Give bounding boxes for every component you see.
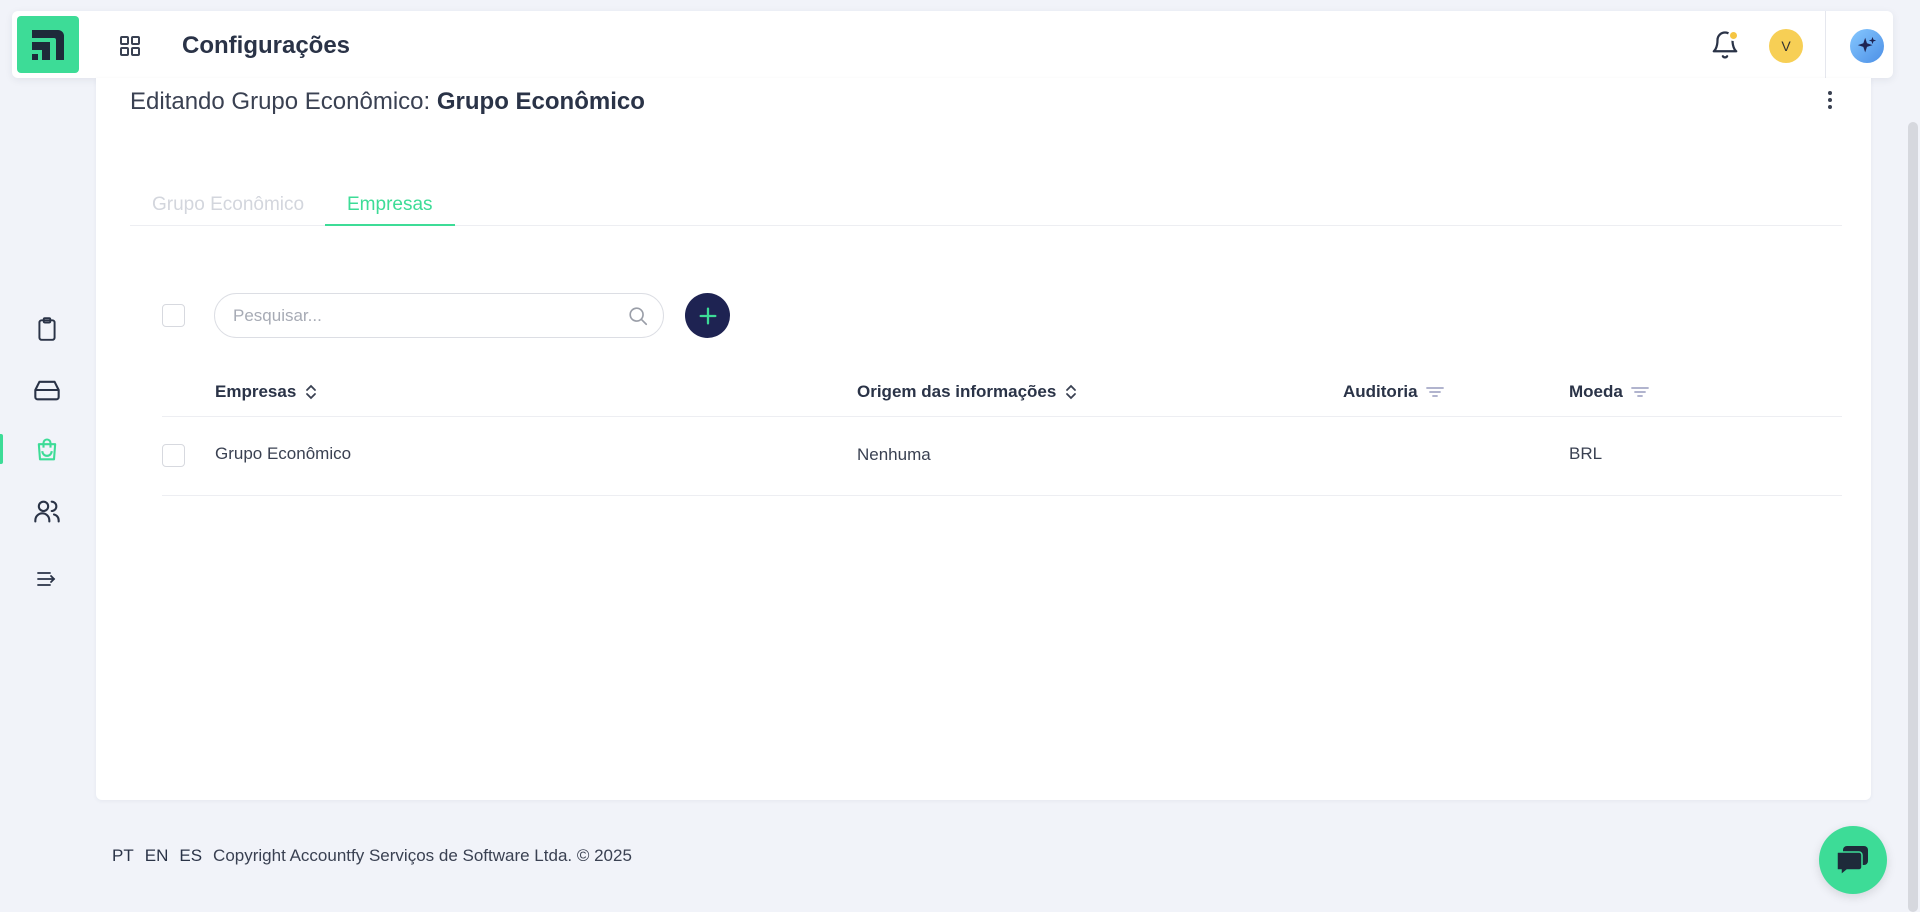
cell-empresa[interactable]: Grupo Econômico [215, 444, 351, 464]
list-arrow-icon [37, 572, 56, 586]
edit-title-name: Grupo Econômico [436, 88, 645, 115]
language-pt[interactable]: PT [112, 846, 134, 866]
sidebar-item-menu[interactable] [28, 560, 66, 598]
language-es[interactable]: ES [179, 846, 202, 866]
users-icon [34, 500, 60, 523]
column-header-label: Auditoria [1343, 382, 1418, 401]
filter-icon[interactable] [1630, 385, 1649, 399]
cell-origem: Nenhuma [857, 445, 931, 464]
column-header-auditoria[interactable]: Auditoria [1343, 382, 1444, 402]
cell-moeda: BRL [1569, 444, 1603, 463]
sparkles-icon[interactable] [1850, 29, 1884, 63]
sidebar-item-storage[interactable] [28, 371, 66, 409]
copyright-text: Copyright Accountfy Serviços de Software… [213, 846, 632, 865]
apps-grid-icon[interactable] [118, 34, 142, 58]
search-input[interactable] [233, 294, 623, 337]
hard-drive-icon [34, 380, 60, 401]
select-all-checkbox[interactable] [162, 304, 185, 327]
column-header-empresas[interactable]: Empresas [215, 382, 318, 402]
column-header-label: Origem das informações [857, 382, 1057, 401]
tab-empresas[interactable]: Empresas [325, 190, 455, 226]
sidebar-item-clipboard[interactable] [28, 310, 66, 348]
main-card: Editando Grupo Econômico: Grupo Econômic… [96, 78, 1871, 800]
table-header-divider [162, 416, 1842, 417]
sidebar-item-shopping[interactable] [28, 431, 66, 469]
shopping-bag-icon [37, 438, 57, 461]
column-header-label: Empresas [215, 382, 297, 401]
tab-grupo-economico[interactable]: Grupo Econômico [130, 190, 326, 226]
chat-icon [1836, 846, 1868, 877]
sidebar-active-indicator [0, 434, 3, 464]
table-row-divider [162, 495, 1842, 496]
avatar[interactable]: V [1769, 29, 1803, 63]
sort-icon[interactable] [1064, 384, 1078, 400]
edit-title: Editando Grupo Econômico: Grupo Econômic… [130, 88, 645, 116]
clipboard-icon [38, 317, 56, 341]
top-header: Configurações V [12, 11, 1893, 78]
footer: PT EN ES Copyright Accountfy Serviços de… [112, 846, 632, 866]
header-divider [1825, 11, 1826, 78]
row-checkbox[interactable] [162, 444, 185, 467]
sort-icon[interactable] [304, 384, 318, 400]
page-title: Configurações [182, 32, 351, 59]
sidebar-item-users[interactable] [28, 492, 66, 530]
plus-icon [699, 307, 716, 324]
search-box [214, 293, 664, 338]
chat-button[interactable] [1819, 826, 1887, 894]
filter-icon[interactable] [1425, 385, 1444, 399]
more-options-icon[interactable] [1818, 88, 1842, 112]
search-icon[interactable] [627, 305, 649, 327]
column-header-label: Moeda [1569, 382, 1623, 401]
column-header-moeda[interactable]: Moeda [1569, 382, 1649, 402]
edit-title-prefix: Editando Grupo Econômico: [130, 88, 431, 115]
notification-badge [1728, 30, 1739, 41]
logo-icon[interactable] [17, 16, 79, 73]
add-company-button[interactable] [685, 293, 730, 338]
column-header-origem[interactable]: Origem das informações [857, 382, 1078, 402]
language-en[interactable]: EN [145, 846, 169, 866]
scrollbar-thumb[interactable] [1908, 122, 1918, 912]
